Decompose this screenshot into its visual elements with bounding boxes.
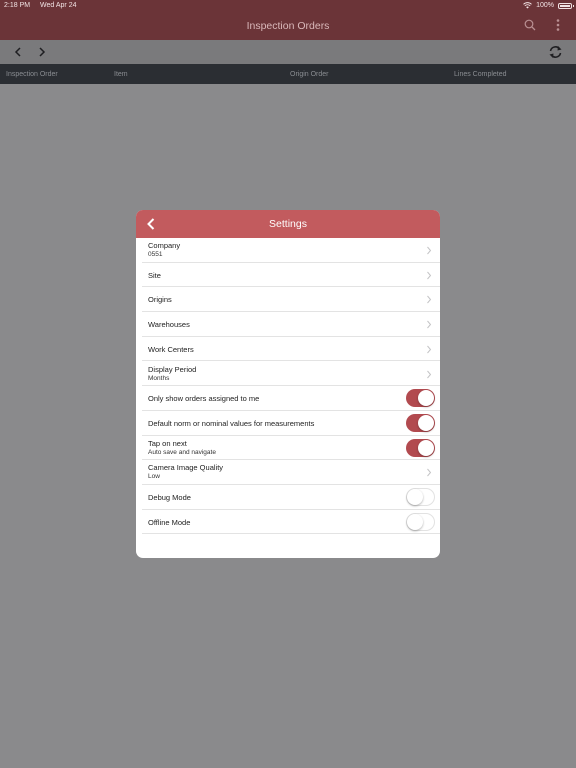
chevron-right-icon[interactable] [36,46,48,58]
default-norm-toggle[interactable] [406,413,435,432]
chevron-right-icon [427,468,432,477]
setting-display-period[interactable]: Display Period Months [142,362,440,387]
settings-dialog: Settings Company 0551 Site Origins Wareh… [136,210,440,558]
refresh-icon[interactable] [548,45,563,59]
status-time: 2:18 PM [4,2,31,9]
setting-offline-mode: Offline Mode [142,510,440,535]
column-header: Inspection Order Item Origin Order Lines… [0,64,576,84]
setting-label: Company [148,241,181,250]
setting-label: Tap on next [148,438,187,448]
only-assigned-toggle[interactable] [406,389,435,408]
setting-default-norm: Default norm or nominal values for measu… [142,411,440,436]
setting-value: 0551 [148,251,163,258]
toggle-knob [418,390,434,407]
setting-value: Low [148,473,160,481]
nav-bar: Inspection Orders [0,12,576,40]
chevron-right-icon [427,271,432,280]
toggle-knob [407,489,423,505]
status-bar: 2:18 PM Wed Apr 24 100% [0,0,576,12]
setting-label: Camera Image Quality [148,463,224,473]
setting-label: Site [148,270,161,280]
toggle-knob [407,513,423,530]
search-icon[interactable] [524,19,536,31]
setting-label: Offline Mode [148,517,191,527]
chevron-right-icon [427,296,432,304]
battery-percent: 100% [536,2,554,9]
setting-label: Only show orders assigned to me [148,394,260,404]
setting-label: Work Centers [148,344,194,354]
offline-mode-toggle[interactable] [406,512,435,531]
toggle-knob [418,439,434,456]
column-item[interactable]: Item [114,71,128,78]
chevron-right-icon [427,320,432,329]
setting-tap-on-next: Tap on next Auto save and navigate [142,436,440,461]
setting-only-assigned: Only show orders assigned to me [142,386,440,411]
setting-site[interactable]: Site [142,263,440,288]
setting-work-centers[interactable]: Work Centers [142,337,440,362]
setting-value: Auto save and navigate [148,448,216,456]
setting-origins[interactable]: Origins [142,287,440,313]
more-vertical-icon[interactable] [552,18,564,32]
setting-label: Debug Mode [148,493,191,502]
column-origin-order[interactable]: Origin Order [290,71,329,78]
setting-label: Default norm or nominal values for measu… [148,418,315,428]
setting-company[interactable]: Company 0551 [142,238,440,263]
setting-value: Months [148,374,170,382]
page-title: Inspection Orders [246,20,330,32]
chevron-right-icon [427,246,432,255]
toolbar [0,40,576,64]
setting-label: Warehouses [148,320,190,330]
column-inspection-order[interactable]: Inspection Order [6,71,58,78]
setting-warehouses[interactable]: Warehouses [142,312,440,337]
settings-header: Settings [136,210,440,238]
settings-title: Settings [269,218,307,230]
setting-label: Display Period [148,364,197,374]
chevron-left-icon[interactable] [12,46,24,58]
setting-debug-mode: Debug Mode [142,485,440,510]
chevron-right-icon [427,345,432,354]
status-date: Wed Apr 24 [40,2,77,9]
chevron-right-icon [427,370,432,378]
battery-icon [558,2,574,9]
column-lines-completed[interactable]: Lines Completed [454,71,507,78]
setting-camera-quality[interactable]: Camera Image Quality Low [142,460,440,485]
toggle-knob [418,414,434,431]
setting-label: Origins [148,295,172,305]
wifi-icon [523,2,532,9]
tap-on-next-toggle[interactable] [406,438,435,457]
debug-mode-toggle[interactable] [406,488,435,506]
